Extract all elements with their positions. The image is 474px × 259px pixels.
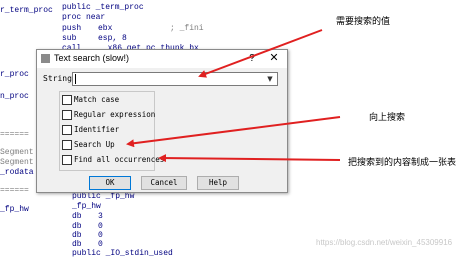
arrow-to-search-up — [126, 116, 341, 148]
callout-search-value: 需要搜索的值 — [336, 17, 391, 27]
callout-search-up: 向上搜索 — [369, 113, 406, 123]
arrow-to-find-all — [158, 154, 341, 163]
annotation-arrows — [126, 29, 341, 163]
watermark: https://blog.csdn.net/weixin_45309916 — [316, 238, 453, 247]
callout-find-all: 把搜索到的内容制成一张表 — [348, 158, 457, 168]
code-line: public _IO_stdin_used — [72, 249, 173, 258]
arrow-to-string-field — [198, 29, 323, 78]
